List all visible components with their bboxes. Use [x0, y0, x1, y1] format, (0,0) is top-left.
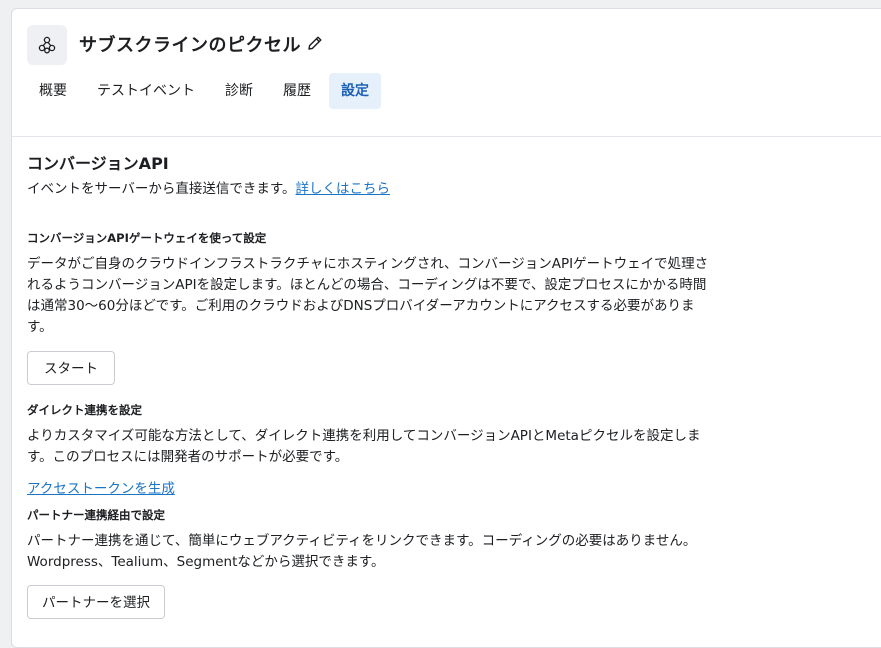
conversions-api-section: コンバージョンAPI イベントをサーバーから直接送信できます。詳しくはこちら コ… [27, 153, 747, 619]
section-title: コンバージョンAPI [27, 154, 169, 173]
gateway-line: す。 [27, 319, 53, 335]
direct-setup-title: ダイレクト連携を設定 [27, 403, 142, 417]
tab-bar: 概要 テストイベント 診断 履歴 設定 [27, 73, 387, 109]
tab-diagnostics[interactable]: 診断 [213, 73, 265, 109]
learn-more-link[interactable]: 詳しくはこちら [296, 181, 391, 197]
page-title: サブスクラインのピクセル [79, 35, 301, 56]
intro-text: イベントをサーバーから直接送信できます。 [27, 181, 296, 197]
pencil-icon[interactable] [305, 33, 325, 53]
partner-setup-title: パートナー連携経由で設定 [27, 508, 165, 522]
start-button[interactable]: スタート [27, 351, 115, 385]
pixel-icon [27, 25, 67, 65]
settings-panel: サブスクラインのピクセル 概要 テストイベント 診断 履歴 設定 コンバージョン… [11, 8, 881, 648]
page-header: サブスクラインのピクセル 概要 テストイベント 診断 履歴 設定 [12, 9, 881, 127]
partner-line: パートナー連携を通じて、簡単にウェブアクティビティをリンクできます。コーディング… [27, 533, 697, 549]
partner-line: Wordpress、Tealium、Segmentなどから選択できます。 [27, 554, 385, 570]
partner-description: パートナー連携を通じて、簡単にウェブアクティビティをリンクできます。コーディング… [27, 531, 747, 573]
direct-line: よりカスタマイズ可能な方法として、ダイレクト連携を利用してコンバージョンAPIと… [27, 428, 701, 444]
section-intro: イベントをサーバーから直接送信できます。詳しくはこちら [27, 179, 747, 199]
tab-history[interactable]: 履歴 [271, 73, 323, 109]
select-partner-button[interactable]: パートナーを選択 [27, 585, 165, 619]
pixel-network-icon [38, 36, 56, 54]
tab-test-events[interactable]: テストイベント [85, 73, 207, 109]
gateway-line: は通常30〜60分ほどです。ご利用のクラウドおよびDNSプロバイダーアカウントに… [27, 298, 695, 314]
header-divider [12, 136, 881, 137]
tab-overview[interactable]: 概要 [27, 73, 79, 109]
direct-line: す。このプロセスには開発者のサポートが必要です。 [27, 449, 349, 465]
gateway-description: データがご自身のクラウドインフラストラクチャにホスティングされ、コンバージョンA… [27, 254, 747, 338]
tab-settings[interactable]: 設定 [329, 73, 381, 109]
direct-description: よりカスタマイズ可能な方法として、ダイレクト連携を利用してコンバージョンAPIと… [27, 426, 747, 468]
gateway-setup-title: コンバージョンAPIゲートウェイを使って設定 [27, 231, 267, 245]
generate-access-token-link[interactable]: アクセストークンを生成 [27, 481, 175, 497]
gateway-line: れるようコンバージョンAPIを設定します。ほとんどの場合、コーディングは不要で、… [27, 277, 707, 293]
gateway-line: データがご自身のクラウドインフラストラクチャにホスティングされ、コンバージョンA… [27, 256, 709, 272]
